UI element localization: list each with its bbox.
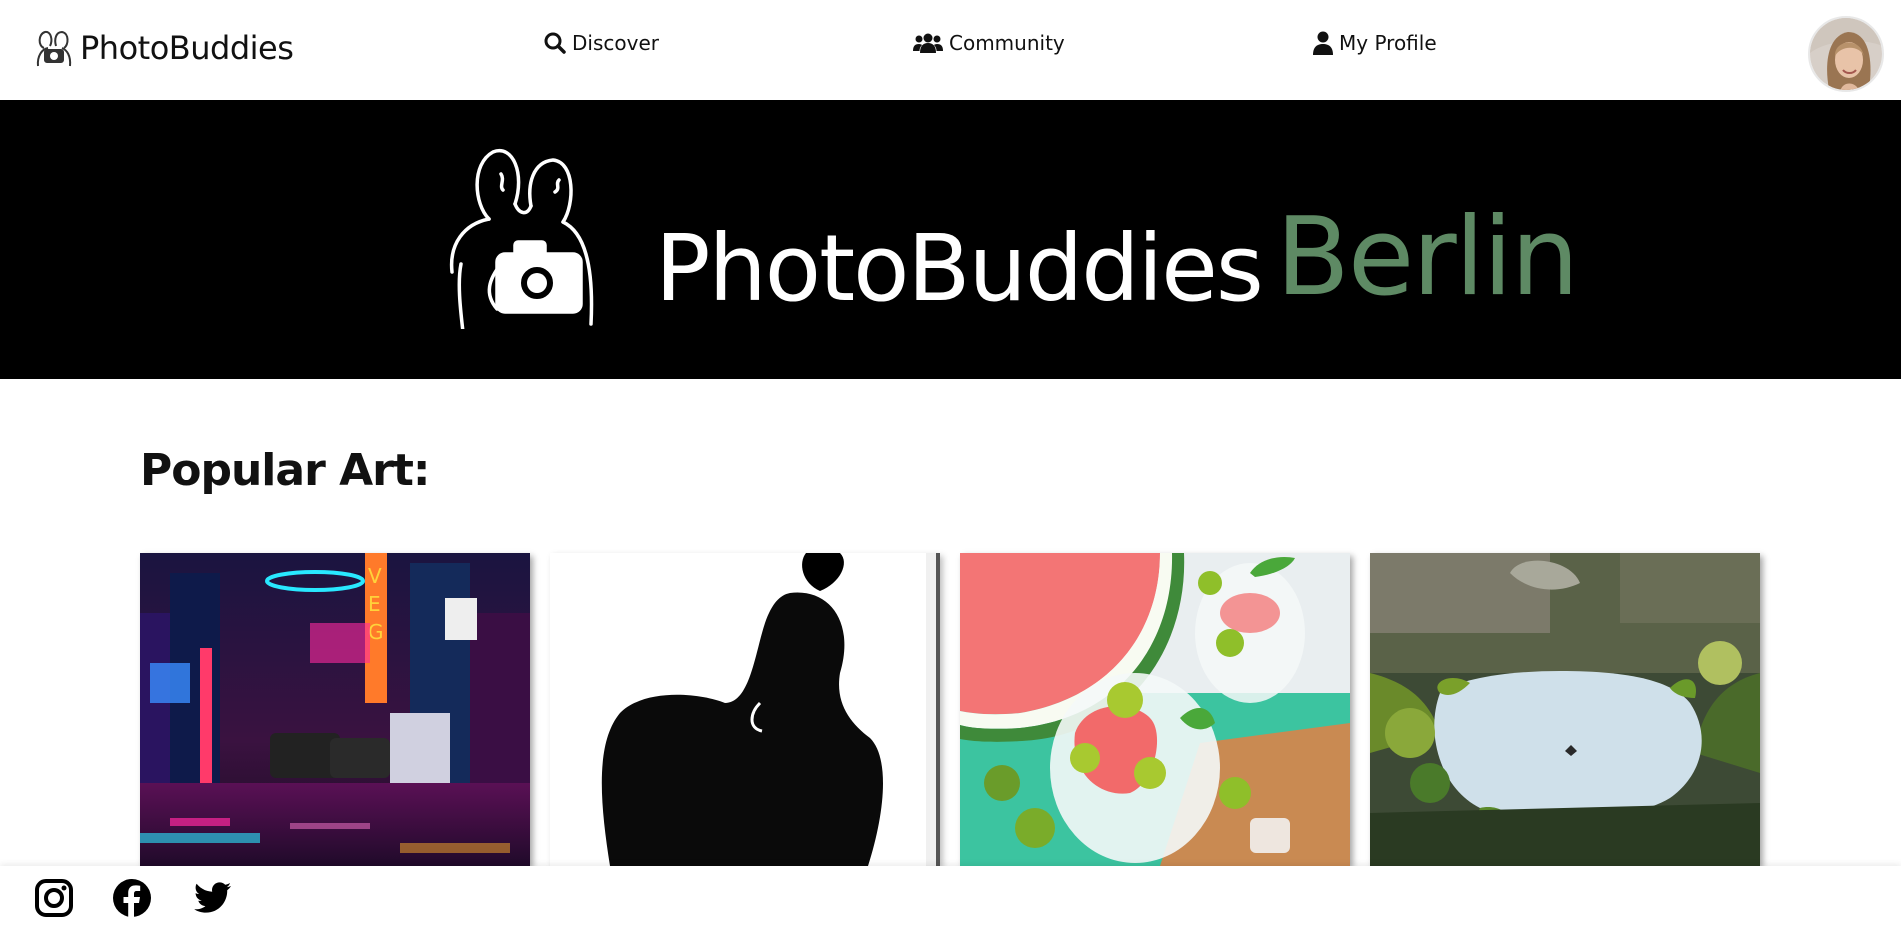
photobuddies-banner-logo-icon (449, 148, 594, 329)
facebook-icon[interactable] (112, 878, 152, 918)
nav-discover-label: Discover (572, 31, 659, 55)
nav-my-profile[interactable]: My Profile (1313, 31, 1437, 55)
banner-title: PhotoBuddies Berlin (655, 204, 1579, 318)
silhouette-photo (550, 553, 940, 866)
canopy-sky-photo (1370, 553, 1760, 866)
gallery-card-watermelon-drink[interactable] (960, 553, 1350, 866)
section-title-popular-art: Popular Art: (140, 445, 430, 496)
gallery-card-silhouette[interactable] (550, 553, 940, 866)
gallery-card-canopy-sky[interactable] (1370, 553, 1760, 866)
svg-text:G: G (368, 620, 384, 644)
svg-text:E: E (368, 592, 381, 616)
svg-text:V: V (368, 564, 382, 588)
nav-community[interactable]: Community (913, 31, 1065, 55)
neon-street-photo: V E G (140, 553, 530, 866)
users-icon (913, 33, 943, 53)
banner-title-brand: PhotoBuddies (655, 215, 1264, 322)
banner-title-city: Berlin (1275, 195, 1579, 320)
nav-my-profile-label: My Profile (1339, 31, 1437, 55)
popular-art-gallery: V E G (140, 553, 1760, 866)
top-navigation-bar: PhotoBuddies Discover Community My Profi… (0, 0, 1901, 100)
watermelon-drink-photo (960, 553, 1350, 866)
instagram-icon[interactable] (34, 878, 74, 918)
user-icon (1313, 31, 1333, 55)
avatar[interactable] (1808, 16, 1884, 92)
nav-discover[interactable]: Discover (544, 31, 659, 55)
photobuddies-logo-icon (36, 30, 72, 67)
gallery-card-neon-street[interactable]: V E G (140, 553, 530, 866)
hero-banner: PhotoBuddies Berlin (0, 100, 1901, 379)
search-icon (544, 32, 566, 54)
nav-community-label: Community (949, 31, 1065, 55)
brand-link[interactable]: PhotoBuddies (34, 26, 294, 70)
footer (0, 866, 1901, 925)
brand-name: PhotoBuddies (80, 29, 294, 67)
twitter-icon[interactable] (193, 878, 233, 918)
